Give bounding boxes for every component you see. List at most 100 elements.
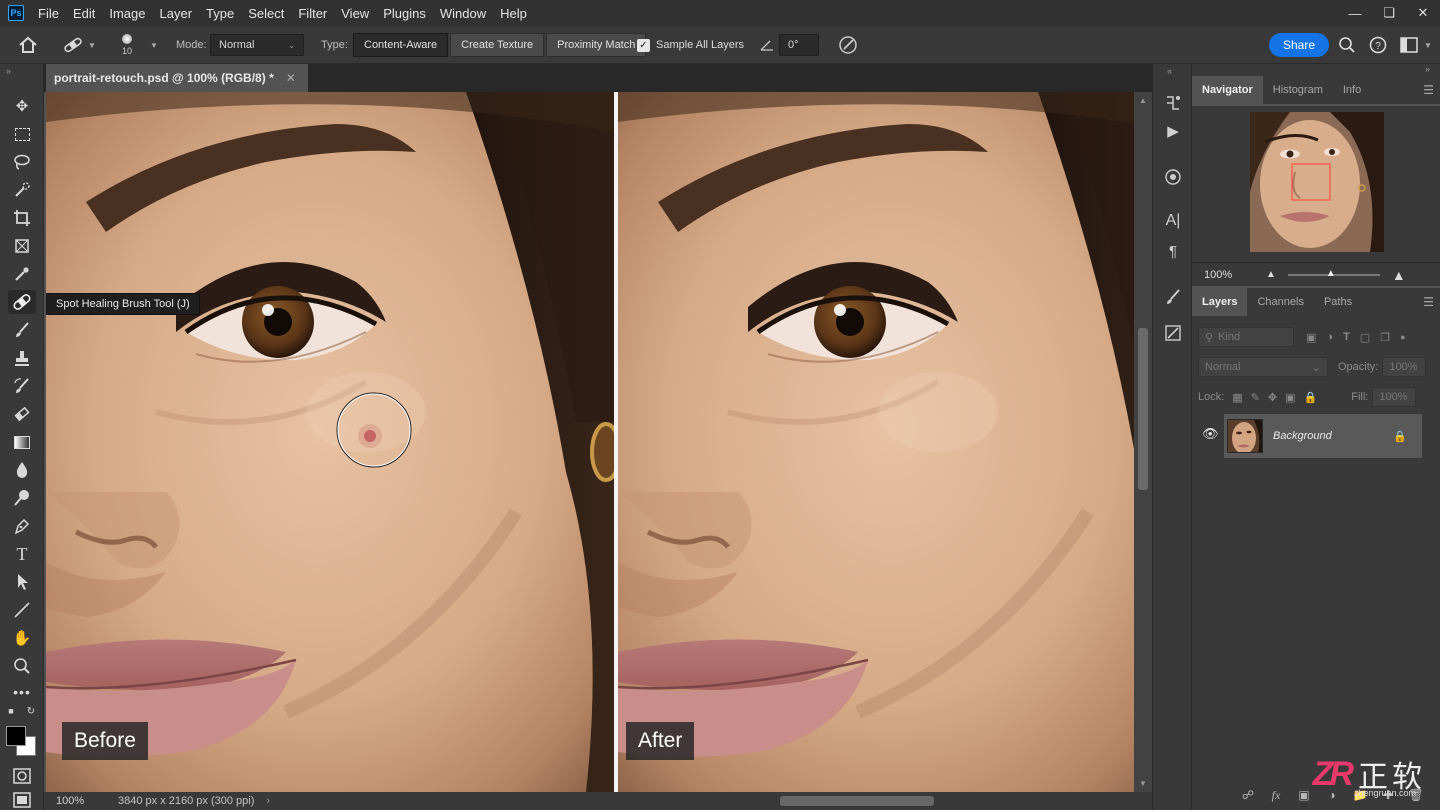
collapse-icon[interactable]: «: [1167, 66, 1172, 76]
lock-pixels-icon[interactable]: ✎: [1251, 391, 1260, 404]
restore-icon[interactable]: ❏: [1372, 0, 1406, 26]
brush-tool-icon[interactable]: [8, 318, 36, 342]
horizontal-scrollbar[interactable]: [294, 792, 1134, 810]
navigator-zoom-slider[interactable]: ▲: [1287, 268, 1380, 279]
history-brush-tool-icon[interactable]: [8, 374, 36, 398]
actions-play-icon[interactable]: ▶: [1159, 118, 1187, 144]
collapse-icon[interactable]: »: [6, 66, 11, 76]
vertical-scroll-thumb[interactable]: [1138, 328, 1148, 490]
filter-toggle-icon[interactable]: ●: [1400, 332, 1405, 342]
line-tool-icon[interactable]: [8, 598, 36, 622]
gradient-tool-icon[interactable]: [8, 430, 36, 454]
spot-healing-brush-tool-icon[interactable]: [8, 290, 36, 314]
layer-name[interactable]: Background: [1273, 430, 1393, 442]
home-icon[interactable]: [18, 26, 38, 64]
layer-style-icon[interactable]: fx: [1262, 788, 1290, 803]
mode-select[interactable]: Normal ⌄: [210, 34, 304, 56]
sample-all-layers-checkbox[interactable]: ✓ Sample All Layers: [637, 26, 744, 64]
blend-mode-select[interactable]: Normal ⌄: [1198, 357, 1328, 377]
swap-colors-icon[interactable]: ↻: [24, 704, 38, 718]
brush-settings-icon[interactable]: [1159, 284, 1187, 310]
more-tools-icon[interactable]: •••: [8, 680, 36, 704]
menu-plugins[interactable]: Plugins: [383, 6, 426, 21]
layer-lock-icon[interactable]: 🔒: [1393, 430, 1407, 443]
menu-window[interactable]: Window: [440, 6, 486, 21]
tab-channels[interactable]: Channels: [1247, 288, 1313, 316]
status-chevron-icon[interactable]: ›: [266, 795, 270, 807]
frame-tool-icon[interactable]: [8, 234, 36, 258]
tab-info[interactable]: Info: [1333, 76, 1371, 104]
document-tab[interactable]: portrait-retouch.psd @ 100% (RGB/8) * ✕: [46, 64, 308, 92]
filter-type-icon[interactable]: T: [1343, 331, 1350, 343]
layer-filter-kind[interactable]: ⚲ Kind: [1198, 327, 1294, 347]
zoom-tool-icon[interactable]: [8, 654, 36, 678]
pressure-size-icon[interactable]: [838, 26, 858, 64]
zoom-out-icon[interactable]: ▲: [1266, 269, 1276, 280]
vertical-scrollbar[interactable]: ▲ ▼: [1134, 92, 1152, 792]
document-canvas[interactable]: Before After: [46, 92, 1134, 792]
clone-stamp-tool-icon[interactable]: [8, 346, 36, 370]
lasso-tool-icon[interactable]: [8, 150, 36, 174]
path-selection-tool-icon[interactable]: [8, 570, 36, 594]
panel-menu-icon[interactable]: ☰: [1423, 295, 1434, 309]
paragraph-panel-icon[interactable]: ¶: [1159, 238, 1187, 264]
menu-help[interactable]: Help: [500, 6, 527, 21]
link-layers-icon[interactable]: ☍: [1234, 788, 1262, 802]
history-panel-icon[interactable]: [1159, 90, 1187, 116]
blur-tool-icon[interactable]: [8, 458, 36, 482]
lock-artboard-icon[interactable]: ▣: [1285, 391, 1295, 404]
minimize-icon[interactable]: —: [1338, 0, 1372, 26]
move-tool-icon[interactable]: ✥: [8, 94, 36, 118]
lock-transparent-icon[interactable]: ▦: [1232, 391, 1242, 404]
eyedropper-tool-icon[interactable]: [8, 262, 36, 286]
eraser-tool-icon[interactable]: [8, 402, 36, 426]
filter-adjustment-icon[interactable]: ◑: [1326, 331, 1333, 343]
fill-input[interactable]: 100%: [1372, 387, 1417, 407]
lock-all-icon[interactable]: 🔒: [1304, 391, 1318, 404]
horizontal-scroll-thumb[interactable]: [780, 796, 934, 806]
marquee-tool-icon[interactable]: [8, 122, 36, 146]
zoom-slider-thumb[interactable]: ▲: [1326, 268, 1336, 279]
visibility-eye-icon[interactable]: 👁: [1202, 426, 1219, 442]
hand-tool-icon[interactable]: ✋: [8, 626, 36, 650]
character-panel-icon[interactable]: A|: [1159, 208, 1187, 234]
panel-menu-icon[interactable]: ☰: [1423, 83, 1434, 97]
default-colors-icon[interactable]: ■: [4, 704, 18, 718]
tab-layers[interactable]: Layers: [1192, 288, 1248, 316]
dodge-tool-icon[interactable]: [8, 486, 36, 510]
type-tool-icon[interactable]: T: [8, 542, 36, 566]
angle-input[interactable]: 0°: [779, 34, 819, 56]
tab-paths[interactable]: Paths: [1314, 288, 1362, 316]
crop-tool-icon[interactable]: [8, 206, 36, 230]
lock-position-icon[interactable]: ✥: [1268, 391, 1277, 404]
menu-filter[interactable]: Filter: [298, 6, 327, 21]
quick-selection-tool-icon[interactable]: [8, 178, 36, 202]
scroll-down-icon[interactable]: ▼: [1139, 779, 1147, 788]
collapse-icon[interactable]: »: [1425, 64, 1430, 74]
type-content-aware-button[interactable]: Content-Aware: [353, 33, 449, 57]
menu-select[interactable]: Select: [248, 6, 284, 21]
opacity-input[interactable]: 100%: [1382, 357, 1427, 377]
navigator-zoom-value[interactable]: 100%: [1204, 269, 1266, 281]
close-icon[interactable]: ✕: [1406, 0, 1440, 26]
filter-pixel-icon[interactable]: ▣: [1306, 331, 1316, 344]
pen-tool-icon[interactable]: [8, 514, 36, 538]
tool-preset-picker[interactable]: ▼: [62, 26, 96, 64]
type-create-texture-button[interactable]: Create Texture: [450, 33, 545, 57]
menu-file[interactable]: File: [38, 6, 59, 21]
quick-mask-icon[interactable]: [8, 764, 36, 788]
zoom-level[interactable]: 100%: [56, 795, 118, 807]
before-image[interactable]: Before: [46, 92, 614, 792]
filter-smart-object-icon[interactable]: ❐: [1380, 331, 1390, 344]
chevron-down-icon[interactable]: ▼: [150, 41, 158, 50]
search-icon[interactable]: [1338, 26, 1356, 64]
type-proximity-match-button[interactable]: Proximity Match: [546, 33, 647, 57]
navigator-thumbnail[interactable]: [1250, 112, 1384, 252]
adjustments-panel-icon[interactable]: [1159, 164, 1187, 190]
menu-view[interactable]: View: [341, 6, 369, 21]
clone-source-icon[interactable]: [1159, 320, 1187, 346]
help-icon[interactable]: ?: [1369, 26, 1387, 64]
zoom-in-icon[interactable]: ▲: [1392, 267, 1406, 283]
share-button[interactable]: Share: [1269, 33, 1330, 57]
after-image[interactable]: After: [618, 92, 1134, 792]
